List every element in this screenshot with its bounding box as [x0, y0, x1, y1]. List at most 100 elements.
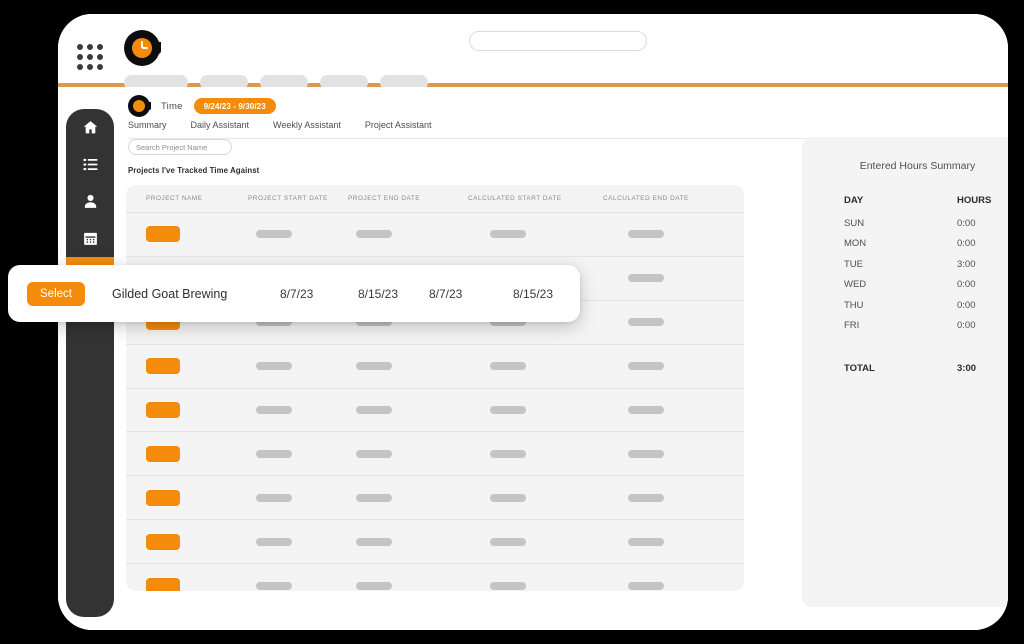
- placeholder-pill: [356, 493, 392, 502]
- column-header-project-start-date[interactable]: PROJECT START DATE: [248, 195, 348, 202]
- placeholder-pill: [490, 581, 526, 590]
- screenshot-root: Time 9/24/23 - 9/30/23 Summary Daily Ass…: [0, 0, 1024, 644]
- placeholder-pill: [356, 581, 392, 590]
- selected-calculated-start-date: 8/7/23: [428, 286, 463, 301]
- cell-calculated-end-placeholder: [603, 362, 743, 371]
- placeholder-pill: [628, 230, 664, 239]
- project-name-pill: [146, 358, 180, 375]
- project-name-pill: [146, 533, 180, 550]
- grid-dots-icon[interactable]: [77, 44, 103, 70]
- cell-calculated-end-placeholder: [603, 318, 743, 327]
- cell-project-end-placeholder: [348, 449, 468, 458]
- sidebar-item-home[interactable]: [66, 109, 114, 146]
- summary-total-row: TOTAL 3:00: [844, 358, 1005, 379]
- summary-row: WED 0:00: [844, 275, 1005, 296]
- table-row[interactable]: [126, 476, 744, 521]
- cell-project-name-placeholder: [126, 358, 248, 375]
- placeholder-pill: [356, 230, 392, 239]
- search-project-input[interactable]: Search Project Name: [128, 139, 232, 155]
- placeholder-pill: [256, 537, 292, 546]
- tab-summary[interactable]: Summary: [128, 120, 167, 130]
- placeholder-pill: [256, 449, 292, 458]
- column-header-calculated-start-date[interactable]: CALCULATED START DATE: [468, 195, 603, 202]
- page-header: Time 9/24/23 - 9/30/23: [128, 95, 276, 117]
- project-name-pill: [146, 489, 180, 506]
- cell-calculated-end-placeholder: [603, 449, 743, 458]
- cell-calculated-end-placeholder: [603, 274, 743, 283]
- placeholder-pill: [356, 449, 392, 458]
- cell-calculated-end-placeholder: [603, 581, 743, 590]
- summary-hours: 0:00: [957, 238, 976, 250]
- list-icon: [82, 156, 99, 173]
- cell-calculated-end-placeholder: [603, 537, 743, 546]
- cell-project-name-placeholder: [126, 402, 248, 418]
- placeholder-pill: [628, 274, 664, 283]
- entered-hours-summary-panel: Entered Hours Summary DAY HOURS SUN 0:00…: [802, 137, 1008, 607]
- placeholder-pill: [490, 537, 526, 546]
- summary-title: Entered Hours Summary: [859, 160, 976, 172]
- summary-row: THU 0:00: [844, 295, 1005, 316]
- summary-row: SUN 0:00: [844, 213, 1005, 234]
- summary-day: SUN: [844, 217, 865, 229]
- placeholder-pill: [256, 581, 292, 590]
- date-range-badge[interactable]: 9/24/23 - 9/30/23: [193, 98, 276, 114]
- project-name-pill: [146, 402, 180, 418]
- summary-hours: 0:00: [957, 320, 976, 332]
- summary-header-day: DAY: [844, 195, 864, 206]
- sidebar-item-calendar[interactable]: [66, 220, 114, 257]
- cell-project-end-placeholder: [348, 493, 468, 502]
- cell-project-start-placeholder: [248, 449, 348, 458]
- table-row[interactable]: [126, 345, 744, 389]
- sidebar-item-people[interactable]: [66, 183, 114, 220]
- page-title: Time: [161, 100, 183, 112]
- tab-weekly-assistant[interactable]: Weekly Assistant: [273, 120, 341, 130]
- workspace: Time 9/24/23 - 9/30/23 Summary Daily Ass…: [58, 87, 1008, 630]
- selected-project-row-card[interactable]: Select Gilded Goat Brewing 8/7/23 8/15/2…: [8, 265, 580, 322]
- projects-table: PROJECT NAME PROJECT START DATE PROJECT …: [126, 185, 744, 591]
- column-header-project-end-date[interactable]: PROJECT END DATE: [348, 195, 468, 202]
- summary-hours: 0:00: [957, 279, 976, 291]
- selected-calculated-end-date: 8/15/23: [512, 286, 554, 301]
- select-button[interactable]: Select: [27, 281, 85, 306]
- column-header-calculated-end-date[interactable]: CALCULATED END DATE: [603, 195, 743, 202]
- summary-hours: 0:00: [957, 217, 976, 229]
- placeholder-pill: [256, 406, 292, 414]
- sidebar-item-list[interactable]: [66, 146, 114, 183]
- table-row[interactable]: [126, 213, 744, 257]
- cell-project-name-placeholder: [126, 445, 248, 462]
- placeholder-pill: [628, 449, 664, 458]
- project-name-pill: [146, 226, 180, 243]
- summary-total-hours: 3:00: [957, 362, 977, 374]
- cell-calculated-start-placeholder: [468, 230, 603, 239]
- column-header-project-name[interactable]: PROJECT NAME: [126, 195, 248, 202]
- cell-calculated-end-placeholder: [603, 493, 743, 502]
- placeholder-pill: [490, 406, 526, 414]
- table-row[interactable]: [126, 520, 744, 565]
- cell-calculated-start-placeholder: [468, 493, 603, 502]
- cell-project-end-placeholder: [348, 406, 468, 414]
- cell-project-name-placeholder: [126, 577, 248, 591]
- placeholder-pill: [628, 406, 664, 414]
- cell-project-end-placeholder: [348, 362, 468, 371]
- table-row[interactable]: [126, 564, 744, 591]
- summary-header-hours: HOURS: [957, 195, 992, 206]
- clock-c-logo-icon: [124, 30, 161, 66]
- table-row[interactable]: [126, 389, 744, 433]
- clock-c-logo-icon-small: [128, 95, 151, 117]
- global-search-input[interactable]: [469, 31, 647, 51]
- calendar-icon: [82, 230, 99, 247]
- placeholder-pill: [628, 362, 664, 371]
- cell-calculated-start-placeholder: [468, 581, 603, 590]
- table-row[interactable]: [126, 432, 744, 477]
- cell-project-end-placeholder: [348, 581, 468, 590]
- summary-table: DAY HOURS SUN 0:00 MON 0:00 TUE 3:00 WED…: [844, 188, 1005, 379]
- cell-project-start-placeholder: [248, 581, 348, 590]
- cell-project-end-placeholder: [348, 537, 468, 546]
- tab-project-assistant[interactable]: Project Assistant: [365, 120, 432, 130]
- summary-day: THU: [844, 299, 864, 311]
- placeholder-pill: [356, 537, 392, 546]
- cell-project-start-placeholder: [248, 230, 348, 239]
- summary-hours: 3:00: [957, 258, 976, 270]
- cell-project-start-placeholder: [248, 406, 348, 414]
- tab-daily-assistant[interactable]: Daily Assistant: [191, 120, 250, 130]
